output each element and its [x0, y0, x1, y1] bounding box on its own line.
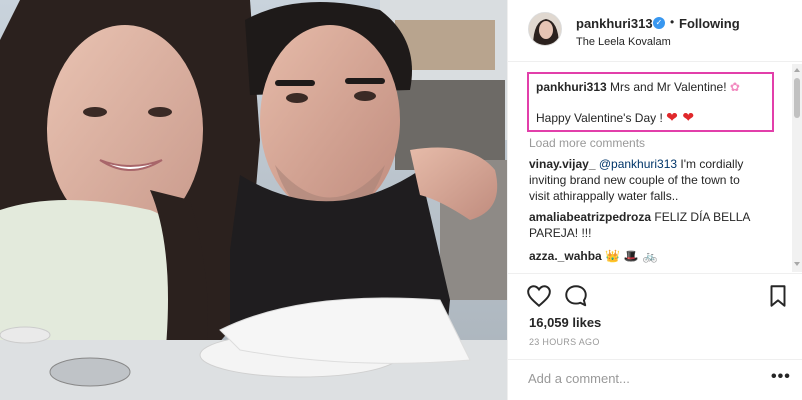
add-comment-bar: ••• — [508, 359, 802, 399]
hearts-emoji-icon: ❤ ❤ — [666, 110, 695, 126]
comment-username[interactable]: amaliabeatrizpedroza — [529, 210, 651, 224]
bookmark-save-icon[interactable] — [765, 283, 791, 309]
instagram-post: pankhuri313 ✓ • Following The Leela Kova… — [0, 0, 802, 400]
comment-text-cont: visit athirappally water falls.. — [529, 189, 679, 203]
caption-username[interactable]: pankhuri313 — [536, 80, 607, 94]
comments-list: pankhuri313 Mrs and Mr Valentine! ✿ Happ… — [508, 63, 802, 273]
header-username[interactable]: pankhuri313 — [576, 16, 653, 31]
flower-emoji-icon: ✿ — [729, 80, 740, 94]
comment-item: amaliabeatrizpedroza FELIZ DÍA BELLA PAR… — [529, 209, 779, 241]
post-header: pankhuri313 ✓ • Following The Leela Kova… — [508, 0, 802, 62]
comment-bubble-icon[interactable] — [563, 283, 589, 309]
caption-line-2: Happy Valentine's Day ! ❤ ❤ — [536, 110, 694, 126]
scroll-down-arrow-icon[interactable] — [794, 262, 800, 266]
following-button[interactable]: Following — [679, 16, 740, 31]
avatar[interactable] — [528, 12, 562, 46]
comment-text-cont: PAREJA! !!! — [529, 226, 592, 240]
scrollbar-thumb[interactable] — [794, 78, 800, 118]
scroll-up-arrow-icon[interactable] — [794, 68, 800, 72]
couple-selfie-image — [0, 0, 507, 400]
caption-line-1: pankhuri313 Mrs and Mr Valentine! ✿ — [536, 80, 740, 94]
post-timestamp[interactable]: 23 HOURS AGO — [529, 337, 600, 347]
caption-text: Mrs and Mr Valentine! — [610, 80, 727, 94]
like-heart-icon[interactable] — [526, 283, 552, 309]
more-options-icon[interactable]: ••• — [771, 368, 791, 386]
comment-username[interactable]: vinay.vijay_ — [529, 157, 596, 171]
location-link[interactable]: The Leela Kovalam — [576, 36, 671, 48]
caption-greeting: Happy Valentine's Day ! — [536, 111, 663, 125]
likes-count[interactable]: 16,059 likes — [529, 315, 601, 330]
post-actions: 16,059 likes 23 HOURS AGO ••• — [508, 273, 802, 400]
load-more-comments-link[interactable]: Load more comments — [529, 136, 645, 150]
comment-mention-link[interactable]: @pankhuri313 — [599, 157, 677, 171]
post-sidebar: pankhuri313 ✓ • Following The Leela Kova… — [507, 0, 802, 400]
comment-username[interactable]: azza._wahba — [529, 249, 602, 263]
avatar-image — [529, 13, 561, 45]
add-comment-input[interactable] — [528, 371, 758, 386]
caption-highlight: pankhuri313 Mrs and Mr Valentine! ✿ Happ… — [527, 72, 774, 132]
post-photo[interactable] — [0, 0, 507, 400]
comment-text-cont: inviting brand new couple of the town to — [529, 173, 740, 187]
comment-item: vinay.vijay_ @pankhuri313 I'm cordially … — [529, 156, 779, 204]
separator-dot: • — [670, 15, 675, 29]
comment-item: azza._wahba 👑 🎩 🚲 — [529, 248, 779, 264]
comment-emoji: 👑 🎩 🚲 — [605, 249, 658, 263]
verified-badge-icon: ✓ — [653, 17, 665, 29]
comment-text: FELIZ DÍA BELLA — [654, 210, 751, 224]
comment-text: I'm cordially — [680, 157, 744, 171]
